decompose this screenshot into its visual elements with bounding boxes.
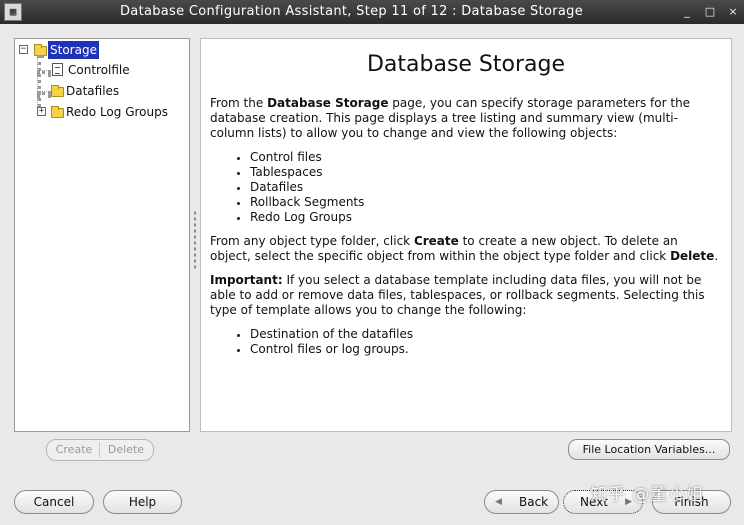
create-button[interactable]: Create [49, 440, 99, 460]
paragraph-text: . [714, 249, 719, 263]
tree-node-storage[interactable]: − Storage [19, 41, 109, 59]
paragraph-bold: Create [413, 234, 459, 248]
watermark-text: 知乎 @董小姐 [590, 485, 705, 505]
folder-icon [51, 85, 64, 97]
document-icon [52, 63, 63, 76]
intro-bold: Database Storage [267, 96, 389, 110]
paragraph-text: If you select a database template includ… [210, 273, 705, 317]
tree-node-label: Controlfile [68, 63, 130, 77]
chevron-left-icon: ◀ [495, 497, 502, 507]
tree-node-datafiles[interactable]: Datafiles [51, 82, 171, 100]
list-item: Control files [237, 150, 722, 165]
objects-list: Control files Tablespaces Datafiles Roll… [210, 150, 722, 225]
tree-node-label: Datafiles [66, 84, 120, 98]
important-label: Important: [210, 273, 283, 287]
paragraph-text: From any object type folder, click [210, 234, 414, 248]
storage-tree[interactable]: − Storage Controlfile Datafiles + Redo L… [14, 38, 190, 432]
important-paragraph: Important: If you select a database temp… [210, 273, 722, 318]
minimize-button[interactable]: _ [678, 0, 696, 24]
intro-paragraph: From the Database Storage page, you can … [210, 96, 722, 141]
help-text: From the Database Storage page, you can … [210, 96, 722, 366]
tree-node-label: Storage [48, 41, 99, 59]
list-item: Rollback Segments [237, 195, 722, 210]
collapse-icon[interactable]: − [19, 45, 28, 54]
list-item: Control files or log groups. [237, 342, 722, 357]
panel-splitter[interactable] [193, 210, 197, 270]
list-item: Datafiles [237, 180, 722, 195]
tree-connector [37, 70, 51, 74]
delete-button[interactable]: Delete [101, 440, 151, 460]
tree-node-label: Redo Log Groups [66, 105, 168, 119]
folder-icon [51, 106, 64, 118]
help-button[interactable]: Help [103, 490, 182, 514]
intro-text: From the [210, 96, 268, 110]
cancel-button[interactable]: Cancel [14, 490, 94, 514]
close-button[interactable]: × [724, 0, 742, 24]
page-heading: Database Storage [366, 52, 566, 77]
tree-node-controlfile[interactable]: Controlfile [51, 61, 171, 79]
create-delete-group: Create Delete [46, 439, 154, 461]
list-item: Destination of the datafiles [237, 327, 722, 342]
help-content-panel: Database Storage From the Database Stora… [200, 38, 732, 432]
create-delete-paragraph: From any object type folder, click Creat… [210, 234, 722, 264]
title-bar: ▦ Database Configuration Assistant, Step… [0, 0, 744, 24]
changeables-list: Destination of the datafiles Control fil… [210, 327, 722, 357]
back-button[interactable]: ◀ Back [484, 490, 559, 514]
list-item: Tablespaces [237, 165, 722, 180]
window-title: Database Configuration Assistant, Step 1… [120, 4, 584, 19]
expand-icon[interactable]: + [37, 107, 46, 116]
back-label: Back [519, 495, 549, 509]
file-location-variables-button[interactable]: File Location Variables... [568, 439, 730, 460]
terminal-icon[interactable]: ▦ [4, 3, 22, 21]
paragraph-bold: Delete [670, 249, 715, 263]
divider [99, 442, 100, 458]
list-item: Redo Log Groups [237, 210, 722, 225]
maximize-button[interactable]: □ [701, 0, 719, 24]
tree-connector [37, 91, 51, 95]
tree-node-redo-log-groups[interactable]: + Redo Log Groups [37, 103, 187, 121]
